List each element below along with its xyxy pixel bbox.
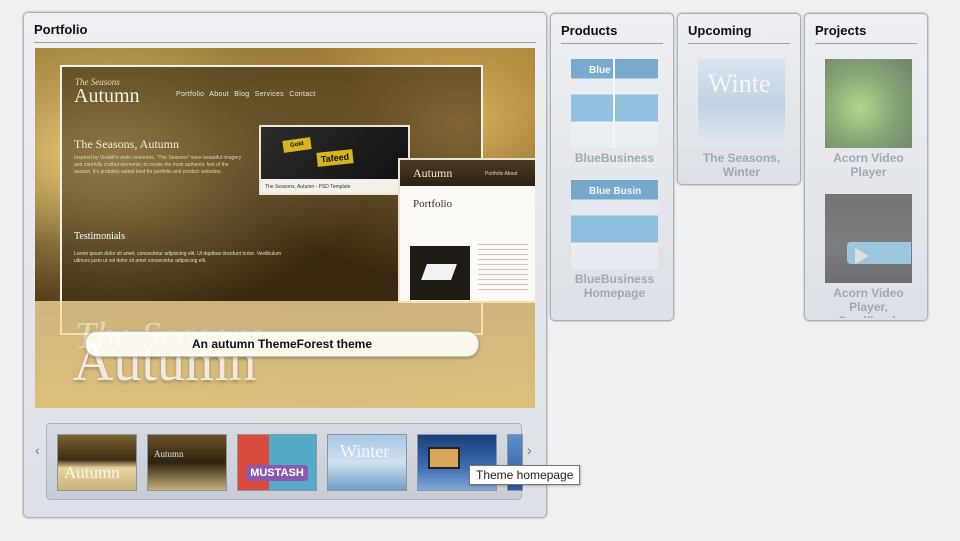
project-thumbnail (825, 194, 912, 283)
prev-arrow-icon[interactable]: ‹ (35, 442, 40, 458)
thumbnail-label: Winter (340, 441, 390, 461)
project-item-acorn-smallbook[interactable]: Acorn Video Player, Smallbook (825, 194, 912, 318)
thumbnail-label: Autumn (64, 463, 120, 482)
business-card-image: Gold Tafeed (261, 127, 408, 179)
site-testimonials-heading: Testimonials (74, 231, 125, 242)
thumbnail-text: Blue Busin (589, 186, 642, 197)
preview-text-lines (478, 244, 528, 294)
preview-thumbnail (410, 246, 470, 300)
site-nav: Portfolio About Blog Services Contact (176, 91, 316, 98)
upcoming-caption: The Seasons, Winter (702, 151, 781, 179)
thumbnail-autumn-alt[interactable]: Autumn (147, 434, 227, 491)
thumbnail-autumn[interactable]: Autumn (57, 434, 137, 491)
graduation-cap-icon (421, 264, 457, 280)
product-thumbnail: Blue (571, 59, 658, 148)
preview-nav: Portfolio About (485, 171, 518, 177)
project-caption: Acorn Video Player, Smallbook (833, 286, 904, 318)
project-thumbnail (825, 59, 912, 148)
site-heading: The Seasons, Autumn (74, 137, 179, 151)
divider (561, 43, 663, 44)
products-title: Products (561, 23, 618, 38)
site-quote: Lorem ipsum dolor sit amet, consectetur … (74, 251, 282, 264)
product-item-bluebusiness[interactable]: Blue BlueBusiness (571, 59, 658, 165)
product-item-bluebusiness-homepage[interactable]: Blue Busin BlueBusiness Homepage (571, 180, 658, 300)
card-tag-gold: Gold (282, 137, 312, 153)
portfolio-title: Portfolio (34, 22, 88, 37)
upcoming-item-winter[interactable]: Winte The Seasons, Winter (698, 59, 785, 179)
product-caption: BlueBusiness (574, 151, 655, 165)
divider (34, 42, 536, 43)
product-thumbnail: Blue Busin (571, 180, 658, 269)
card-caption: The Seasons, Autumn - PSD Template (265, 184, 351, 190)
next-arrow-icon[interactable]: › (527, 442, 532, 458)
upcoming-thumbnail: Winte (698, 59, 785, 148)
projects-panel: Projects Acorn Video Player Acorn Video … (804, 13, 928, 321)
thumbnail-column (613, 59, 658, 148)
tooltip: Theme homepage (469, 465, 581, 485)
thumbnail-mustash[interactable]: MUSTASH (237, 434, 317, 491)
card-tag: Tafeed (316, 149, 354, 167)
portfolio-page-preview: Autumn Portfolio About Portfolio (398, 158, 535, 303)
divider (688, 43, 790, 44)
thumbnail-label: MUSTASH (246, 465, 308, 481)
thumbnail-winter[interactable]: Winter (327, 434, 407, 491)
play-icon (855, 248, 869, 264)
project-caption: Acorn Video Player (833, 151, 904, 179)
divider (815, 43, 917, 44)
upcoming-panel: Upcoming Winte The Seasons, Winter (677, 13, 801, 185)
thumbnail-label: Autumn (154, 449, 184, 459)
product-caption: BlueBusiness Homepage (574, 272, 655, 300)
portfolio-panel: Portfolio The Seasons Autumn Portfolio A… (23, 12, 547, 518)
image-caption: An autumn ThemeForest theme (85, 331, 479, 357)
monitor-icon (428, 447, 460, 469)
thumbnail-text: Blue (589, 65, 611, 76)
thumbnail-text: Winte (708, 69, 771, 98)
preview-logo: Autumn (413, 166, 453, 180)
psd-preview-card: Gold Tafeed The Seasons, Autumn - PSD Te… (259, 125, 410, 195)
projects-title: Projects (815, 23, 867, 38)
site-paragraph: Inspired by Vivaldi's violin concertos, … (74, 155, 242, 175)
project-item-acorn[interactable]: Acorn Video Player (825, 59, 912, 179)
preview-header: Autumn Portfolio About (400, 160, 535, 186)
preview-title: Portfolio (413, 198, 453, 210)
featured-image[interactable]: The Seasons Autumn Portfolio About Blog … (35, 48, 535, 408)
upcoming-title: Upcoming (688, 23, 752, 38)
site-logo: Autumn (74, 85, 140, 107)
products-panel: Products Blue BlueBusiness Blue Busin Bl… (550, 13, 674, 321)
